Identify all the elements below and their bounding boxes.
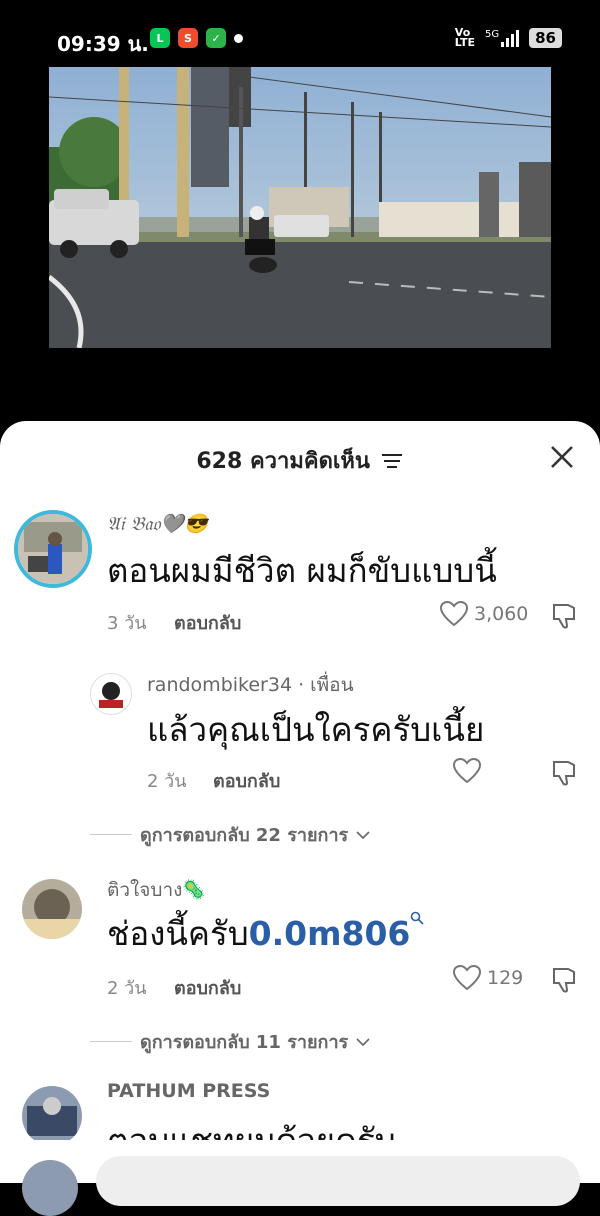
sort-filter-icon[interactable] xyxy=(381,450,404,475)
heart-icon xyxy=(440,601,468,627)
shield-app-icon: ✓ xyxy=(206,28,226,48)
search-icon xyxy=(411,911,424,925)
view-replies-button[interactable]: ดูการตอบกลับ 11 รายการ xyxy=(90,1027,370,1056)
battery-icon: 86 xyxy=(529,28,562,48)
reply-time: 2 วัน xyxy=(147,771,187,792)
avatar xyxy=(22,1160,78,1216)
heart-icon xyxy=(453,758,481,784)
status-right: Vo LTE 5G 86 xyxy=(454,26,562,49)
chevron-down-icon xyxy=(356,830,370,839)
like-button[interactable]: 129 xyxy=(453,965,523,991)
volte-icon: Vo LTE xyxy=(454,26,475,49)
dislike-icon[interactable] xyxy=(550,759,578,791)
reply-button[interactable]: ตอบกลับ xyxy=(174,973,241,1002)
reply-username[interactable]: randombiker34 · เพื่อน xyxy=(147,670,354,700)
comment-username[interactable]: 𝔄𝔦 𝔅𝔞𝔬🩶😎 xyxy=(107,512,208,535)
signal-icon: 5G xyxy=(485,29,520,47)
comments-sheet: 628 ความคิดเห็น 𝔄𝔦 𝔅𝔞𝔬🩶😎 ตอนผมมีชีวิต ผม… xyxy=(0,421,600,1183)
like-button[interactable]: 3,060 xyxy=(440,601,528,627)
view-replies-label: ดูการตอบกลับ 11 รายการ xyxy=(140,1032,349,1053)
avatar[interactable] xyxy=(14,510,92,588)
comment-time: 3 วัน xyxy=(107,613,147,634)
more-notifications-dot-icon xyxy=(234,34,243,43)
close-icon[interactable] xyxy=(550,445,574,469)
line-app-icon: L xyxy=(150,28,170,48)
comment-input[interactable] xyxy=(96,1156,580,1206)
avatar[interactable] xyxy=(90,673,132,715)
view-replies-label: ดูการตอบกลับ 22 รายการ xyxy=(140,825,349,846)
view-replies-button[interactable]: ดูการตอบกลับ 22 รายการ xyxy=(90,820,370,849)
comments-header: 628 ความคิดเห็น xyxy=(0,443,600,478)
like-button[interactable] xyxy=(453,758,487,784)
reply-button[interactable]: ตอบกลับ xyxy=(174,608,241,637)
avatar[interactable] xyxy=(22,879,82,939)
shopee-app-icon: S xyxy=(178,28,198,48)
heart-icon xyxy=(453,965,481,991)
reply-button[interactable]: ตอบกลับ xyxy=(213,766,280,795)
like-count: 129 xyxy=(487,967,524,989)
like-count: 3,060 xyxy=(474,603,529,625)
search-link[interactable]: 0.0m806 xyxy=(249,914,411,953)
status-time: 09:39 น. xyxy=(57,32,149,56)
dislike-icon[interactable] xyxy=(550,602,578,634)
comment-text: ตอนผมมีชีวิต ผมก็ขับแบบนี้ xyxy=(107,551,497,590)
comment-username[interactable]: PATHUM PRESS xyxy=(107,1080,270,1102)
video-player[interactable] xyxy=(49,67,551,348)
reply-text: แล้วคุณเป็นใครครับเนี้ย xyxy=(147,710,485,749)
comment-time: 2 วัน xyxy=(107,978,147,999)
comment-count-title: 628 ความคิดเห็น xyxy=(196,449,370,474)
comment-username[interactable]: ติวใจบาง🦠 xyxy=(107,875,206,905)
notification-icons: L S ✓ xyxy=(150,28,243,48)
chevron-down-icon xyxy=(356,1037,370,1046)
avatar[interactable] xyxy=(22,1086,82,1146)
comment-text: ช่องนี้ครับ0.0m806 xyxy=(107,907,424,960)
comment-input-bar xyxy=(0,1140,600,1216)
video-frame xyxy=(49,67,551,348)
dislike-icon[interactable] xyxy=(550,966,578,998)
